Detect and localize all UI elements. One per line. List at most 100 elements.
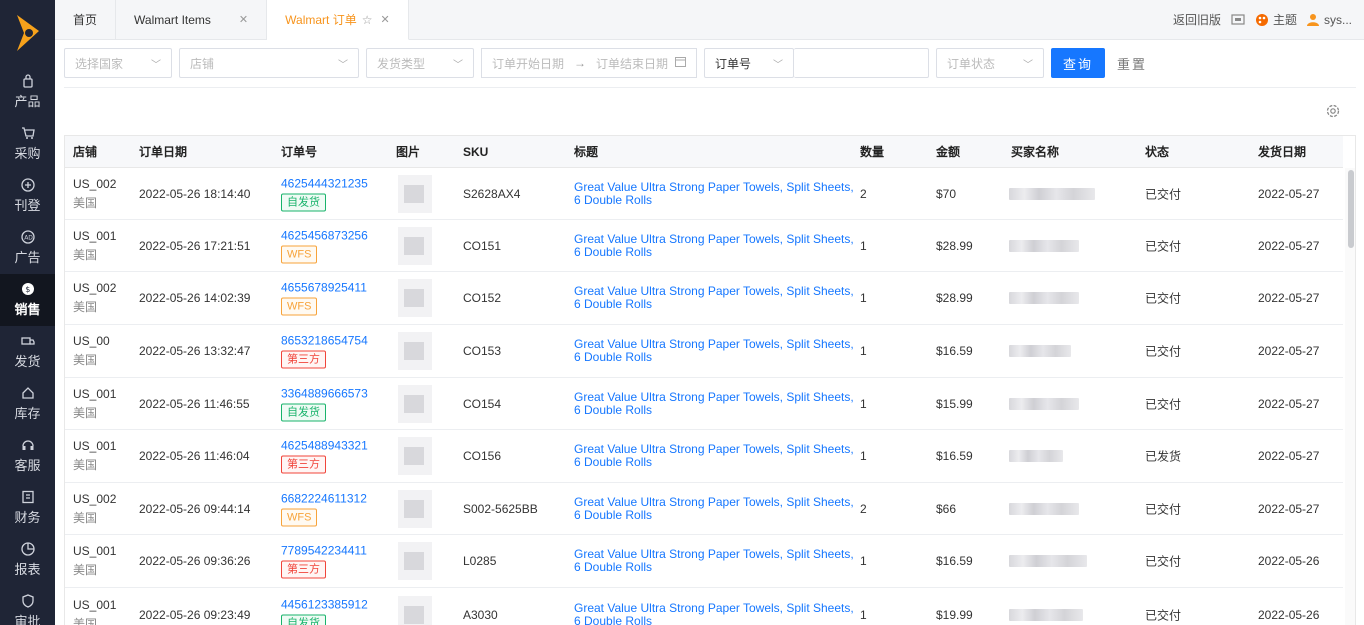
sidebar-item-finance[interactable]: 财务 [0,482,55,534]
column-header[interactable]: 买家名称 [1011,136,1059,168]
sidebar-item-plus-circle[interactable]: 刊登 [0,170,55,222]
product-title-link[interactable]: Great Value Ultra Strong Paper Towels, S… [574,390,854,417]
orders-table: 店铺 订单日期 订单号 图片 SKU 标题 数量 金额 买家名称 状态 发货日期 US_002 美国 2… [64,135,1356,625]
product-thumbnail[interactable] [398,174,432,213]
product-thumbnail[interactable] [398,384,432,423]
sidebar-item-report[interactable]: 报表 [0,534,55,586]
product-title-link[interactable]: Great Value Ultra Strong Paper Towels, S… [574,548,854,574]
order-number-link[interactable]: 4625444321235 [281,176,368,190]
store-placeholder: 店铺 [190,56,215,71]
buyer-name-blurred [1009,397,1079,410]
order-status: 已交付 [1145,187,1182,201]
country-select[interactable]: 选择国家 ﹀ [64,48,172,78]
column-header[interactable]: SKU [463,136,488,168]
table-header: 店铺 订单日期 订单号 图片 SKU 标题 数量 金额 买家名称 状态 发货日期 [65,136,1343,168]
order-number-link[interactable]: 4655678925411 [281,281,367,295]
screen-icon[interactable] [1231,13,1245,26]
sidebar-item-home[interactable]: 库存 [0,378,55,430]
column-header[interactable]: 金额 [936,136,960,168]
column-header[interactable]: 订单号 [281,136,317,168]
product-title-link[interactable]: Great Value Ultra Strong Paper Towels, S… [574,602,854,625]
table-row[interactable]: US_001 美国 2022-05-26 11:46:04 4625488943321… [65,430,1343,483]
column-header[interactable]: 订单日期 [139,136,187,168]
order-date-range[interactable]: 订单开始日期 → 订单结束日期 [481,48,697,78]
order-number-link[interactable]: 4456123385912 [281,598,368,612]
product-thumbnail[interactable] [398,542,432,580]
sidebar-item-sales[interactable]: $ 销售 [0,274,55,326]
table-row[interactable]: US_001 美国 2022-05-26 11:46:55 3364889666573… [65,378,1343,430]
column-header[interactable]: 数量 [860,136,884,168]
store-country: 美国 [73,195,98,210]
product-thumbnail[interactable] [398,279,432,317]
sidebar-item-label: 库存 [14,406,41,421]
table-row[interactable]: US_001 美国 2022-05-26 09:23:49 4456123385912… [65,588,1343,625]
start-date-input[interactable]: 订单开始日期 [492,55,564,72]
sidebar-item-shield[interactable]: 审批 [0,586,55,625]
tab-home[interactable]: 首页 [55,0,117,39]
order-number-link[interactable]: 4625488943321 [281,439,368,453]
quantity: 1 [860,449,867,463]
buyer-name-blurred [1009,187,1095,200]
filter-divider [64,87,1356,88]
table-row[interactable]: US_002 美国 2022-05-26 14:02:39 4655678925411… [65,272,1343,325]
sidebar-item-product[interactable]: 产品 [0,66,55,118]
table-row[interactable]: US_002 美国 2022-05-26 18:14:40 4625444321235… [65,168,1343,220]
column-header[interactable]: 状态 [1145,136,1169,168]
table-scrollbar[interactable] [1345,168,1355,625]
end-date-input[interactable]: 订单结束日期 [596,55,668,72]
product-title-link[interactable]: Great Value Ultra Strong Paper Towels, S… [574,338,854,364]
product-thumbnail[interactable] [398,596,432,625]
sidebar-item-label: 销售 [14,302,41,317]
store-country: 美国 [73,563,98,577]
product-title-link[interactable]: Great Value Ultra Strong Paper Towels, S… [574,443,854,469]
close-icon[interactable]: ✕ [239,13,248,26]
reset-button[interactable]: 重置 [1117,54,1147,73]
table-row[interactable]: US_001 美国 2022-05-26 09:36:26 7789542234411… [65,535,1343,588]
tab-walmart-items[interactable]: Walmart Items ✕ [116,0,268,39]
store-select[interactable]: 店铺 ﹀ [179,48,359,78]
store-country: 美国 [73,405,98,420]
close-icon[interactable]: ✕ [380,13,389,26]
tab-walmart-orders[interactable]: Walmart 订单 ☆ ✕ [267,0,409,40]
table-row[interactable]: US_001 美国 2022-05-26 17:21:51 4625456873256… [65,220,1343,272]
search-field-select[interactable]: 订单号 ﹀ [704,48,794,78]
star-icon[interactable]: ☆ [362,13,373,27]
scrollbar-thumb[interactable] [1348,170,1354,248]
user-menu[interactable]: sys... [1306,13,1352,27]
sidebar-item-ad[interactable]: AD 广告 [0,222,55,274]
product-title-link[interactable]: Great Value Ultra Strong Paper Towels, S… [574,232,854,259]
column-header[interactable]: 标题 [574,136,598,168]
order-status-select[interactable]: 订单状态 ﹀ [936,48,1044,78]
column-header[interactable]: 图片 [396,136,420,168]
order-number-link[interactable]: 6682224611312 [281,491,367,505]
gear-icon[interactable] [1325,103,1341,122]
table-row[interactable]: US_002 美国 2022-05-26 09:44:14 6682224611312… [65,483,1343,535]
query-button[interactable]: 查询 [1051,48,1105,78]
old-version-link[interactable]: 返回旧版 [1173,11,1221,28]
column-header[interactable]: 店铺 [73,136,97,168]
table-row[interactable]: US_00 美国 2022-05-26 13:32:47 8653218654754 第… [65,325,1343,378]
product-title-link[interactable]: Great Value Ultra Strong Paper Towels, S… [574,180,854,207]
product-title-link[interactable]: Great Value Ultra Strong Paper Towels, S… [574,495,854,522]
order-number-link[interactable]: 7789542234411 [281,544,367,558]
product-thumbnail[interactable] [398,489,432,528]
product-title-link[interactable]: Great Value Ultra Strong Paper Towels, S… [574,285,854,311]
chevron-down-icon: ﹀ [773,59,783,71]
order-number-link[interactable]: 8653218654754 [281,334,368,348]
product-thumbnail[interactable] [398,226,432,265]
order-number-link[interactable]: 4625456873256 [281,228,368,242]
product-thumbnail[interactable] [398,437,432,475]
product-thumbnail[interactable] [398,332,432,370]
fulfillment-badge: 第三方 [281,560,326,579]
order-number-link[interactable]: 3364889666573 [281,386,368,400]
search-input[interactable] [794,48,929,78]
ship-type-select[interactable]: 发货类型 ﹀ [366,48,474,78]
sidebar-item-headset[interactable]: 客服 [0,430,55,482]
column-header[interactable]: 发货日期 [1258,136,1306,168]
sidebar-item-truck[interactable]: 发货 [0,326,55,378]
sidebar-nav: 产品 采购 刊登 AD 广告 $ 销售 发货库存客服 财务 报表 审批 [0,66,55,625]
sidebar-item-cart[interactable]: 采购 [0,118,55,170]
fulfillment-badge: WFS [281,245,318,263]
theme-button[interactable]: 主题 [1255,11,1297,28]
brand-logo[interactable] [0,0,55,66]
